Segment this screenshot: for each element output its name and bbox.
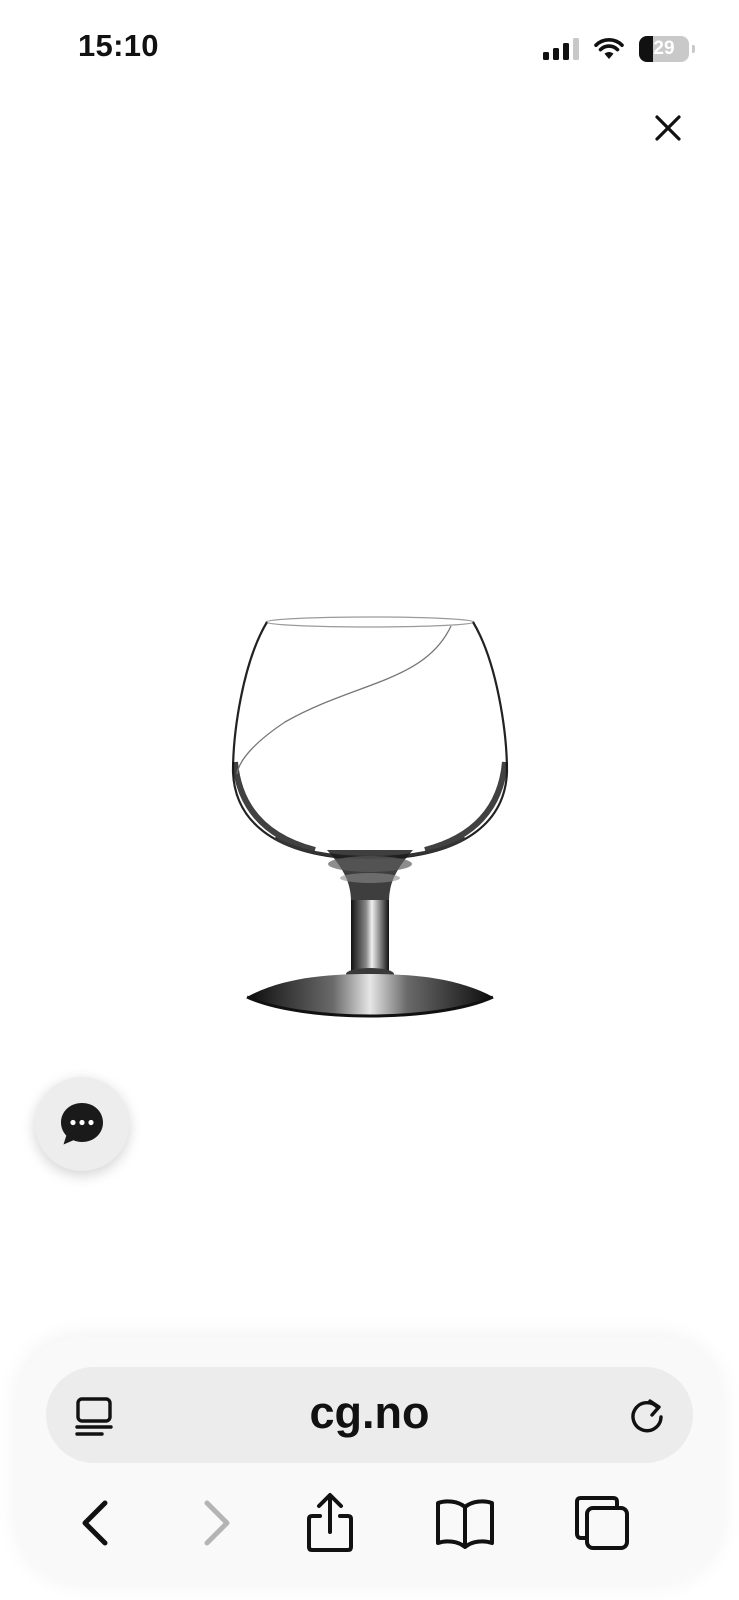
url-text[interactable]: cg.no xyxy=(166,1387,573,1439)
battery-indicator: 29 xyxy=(639,36,695,62)
status-bar: 15:10 29 xyxy=(0,0,739,100)
browser-toolbar: cg.no xyxy=(17,1337,722,1585)
reload-icon[interactable] xyxy=(625,1393,669,1437)
close-button[interactable] xyxy=(648,108,688,148)
bookmarks-icon xyxy=(436,1499,494,1549)
share-icon xyxy=(307,1493,353,1552)
address-bar[interactable]: cg.no xyxy=(46,1367,693,1463)
forward-icon xyxy=(204,1500,230,1546)
tabs-button[interactable] xyxy=(562,1483,642,1563)
browser-nav-row xyxy=(17,1483,722,1563)
cellular-signal-icon xyxy=(543,38,579,60)
page-menu-icon[interactable] xyxy=(72,1394,116,1438)
back-icon xyxy=(82,1500,108,1546)
tabs-icon xyxy=(575,1496,629,1550)
back-button[interactable] xyxy=(55,1483,135,1563)
bookmarks-button[interactable] xyxy=(425,1483,505,1563)
battery-percent: 29 xyxy=(653,38,675,59)
chat-button[interactable] xyxy=(35,1077,129,1171)
status-icons: 29 xyxy=(543,34,695,64)
forward-button[interactable] xyxy=(177,1483,257,1563)
status-time: 15:10 xyxy=(78,28,159,63)
close-icon xyxy=(655,115,681,141)
chat-bubble-icon xyxy=(61,1103,103,1145)
share-button[interactable] xyxy=(290,1483,370,1563)
wifi-icon xyxy=(594,38,624,59)
brandy-glass-product-image xyxy=(231,616,509,1018)
